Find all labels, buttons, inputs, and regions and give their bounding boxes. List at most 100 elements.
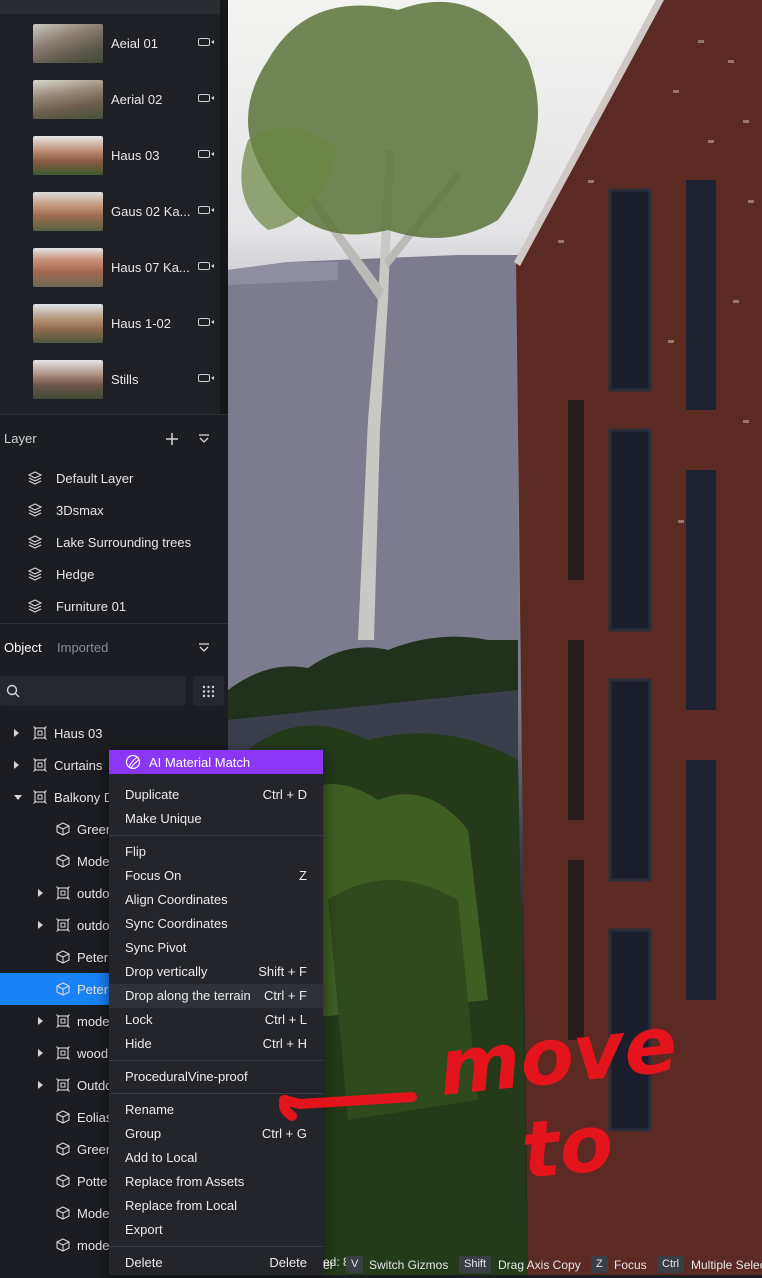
camera-icon[interactable] — [198, 94, 214, 102]
layer-label: Lake Surrounding trees — [56, 535, 192, 550]
menu-item-align-coordinates[interactable]: Align Coordinates — [109, 888, 323, 912]
search-icon — [6, 684, 20, 698]
camera-item[interactable]: Aerial 02 — [0, 78, 220, 134]
layer-item[interactable]: Default Layer — [28, 462, 228, 494]
cube-icon — [56, 982, 70, 996]
tab-imported[interactable]: Imported — [57, 640, 108, 655]
camera-item[interactable]: Haus 07 Ka... — [0, 246, 220, 302]
expand-arrow-icon[interactable] — [14, 729, 19, 737]
divider — [0, 623, 228, 624]
menu-item-label: Replace from Assets — [125, 1174, 245, 1189]
menu-item-drop-along-the-terrain[interactable]: Drop along the terrain Ctrl + F — [109, 984, 323, 1008]
menu-separator — [109, 1060, 323, 1061]
hint-drag-axis-copy: Drag Axis Copy — [498, 1258, 581, 1272]
divider — [0, 414, 228, 415]
menu-item-label: Lock — [125, 1012, 153, 1027]
menu-item-label: Export — [125, 1222, 163, 1237]
expand-arrow-icon[interactable] — [14, 761, 19, 769]
menu-item-label: Align Coordinates — [125, 892, 228, 907]
menu-item-lock[interactable]: Lock Ctrl + L — [109, 1008, 323, 1032]
camera-icon[interactable] — [198, 150, 214, 158]
camera-list-scrollbar[interactable] — [220, 0, 228, 414]
grid-view-button[interactable] — [193, 676, 224, 706]
expand-arrow-icon[interactable] — [38, 921, 43, 929]
menu-item-flip[interactable]: Flip — [109, 840, 323, 864]
expand-arrow-icon[interactable] — [38, 1081, 43, 1089]
menu-item-rename[interactable]: Rename — [109, 1098, 323, 1122]
menu-item-shortcut: Ctrl + D — [262, 787, 307, 802]
menu-item-label: Sync Coordinates — [125, 916, 228, 931]
menu-item-label: Delete — [125, 1255, 163, 1270]
camera-icon[interactable] — [198, 38, 214, 46]
camera-list-header — [0, 0, 220, 14]
tree-row[interactable]: Haus 03 — [0, 717, 228, 749]
menu-item-make-unique[interactable]: Make Unique — [109, 807, 323, 831]
menu-item-hide[interactable]: Hide Ctrl + H — [109, 1032, 323, 1056]
menu-item-duplicate[interactable]: Duplicate Ctrl + D — [109, 783, 323, 807]
sphere-icon — [125, 754, 141, 770]
camera-icon[interactable] — [198, 262, 214, 270]
menu-item-add-to-local[interactable]: Add to Local — [109, 1146, 323, 1170]
object-filter-icon[interactable] — [198, 643, 210, 653]
layer-label: Furniture 01 — [56, 599, 127, 614]
tree-label: Peter — [77, 950, 109, 965]
layer-item[interactable]: Hedge — [28, 558, 228, 590]
context-menu: AI Material Match Duplicate Ctrl + D Make … — [109, 750, 323, 1275]
camera-label: Stills — [111, 372, 139, 387]
hint-multiple-select: Multiple Selec — [691, 1258, 762, 1272]
expand-arrow-icon[interactable] — [38, 1049, 43, 1057]
menu-item-focus-on[interactable]: Focus On Z — [109, 864, 323, 888]
group-icon — [56, 1078, 70, 1092]
tree-label: wood — [77, 1046, 109, 1061]
layer-item[interactable]: 3Dsmax — [28, 494, 228, 526]
group-icon — [33, 726, 47, 740]
group-icon — [56, 1046, 70, 1060]
menu-item-replace-from-local[interactable]: Replace from Local — [109, 1194, 323, 1218]
layers-icon — [28, 567, 42, 581]
menu-item-drop-vertically[interactable]: Drop vertically Shift + F — [109, 960, 323, 984]
expand-arrow-icon[interactable] — [38, 889, 43, 897]
camera-icon[interactable] — [198, 374, 214, 382]
camera-item[interactable]: Stills — [0, 358, 220, 414]
menu-item-label: Add to Local — [125, 1150, 198, 1165]
layer-filter-icon[interactable] — [198, 434, 210, 444]
menu-item-delete[interactable]: Delete Delete — [109, 1251, 323, 1275]
camera-label: Gaus 02 Ka... — [111, 204, 191, 219]
camera-item[interactable]: Aeial 01 — [0, 22, 220, 78]
cube-icon — [56, 1142, 70, 1156]
camera-item[interactable]: Haus 1-02 — [0, 302, 220, 358]
menu-item-proceduralvine-proof[interactable]: ProceduralVine-proof — [109, 1065, 323, 1089]
camera-thumbnail — [33, 304, 103, 343]
camera-label: Aerial 02 — [111, 92, 163, 107]
expand-arrow-icon[interactable] — [38, 1017, 43, 1025]
tree-label: Green — [77, 1142, 114, 1157]
key-shift: Shift — [459, 1256, 492, 1273]
tree-label: outdo — [77, 918, 110, 933]
menu-item-group[interactable]: Group Ctrl + G — [109, 1122, 323, 1146]
menu-item-replace-from-assets[interactable]: Replace from Assets — [109, 1170, 323, 1194]
tab-object[interactable]: Object — [4, 640, 42, 655]
menu-item-sync-coordinates[interactable]: Sync Coordinates — [109, 912, 323, 936]
camera-label: Aeial 01 — [111, 36, 158, 51]
group-icon — [56, 1014, 70, 1028]
camera-icon[interactable] — [198, 318, 214, 326]
camera-icon[interactable] — [198, 206, 214, 214]
object-search-input[interactable] — [0, 676, 186, 706]
tree-label: outdo — [77, 886, 110, 901]
ai-material-match-item[interactable]: AI Material Match — [109, 750, 323, 774]
layer-item[interactable]: Furniture 01 — [28, 590, 228, 622]
add-layer-icon[interactable] — [165, 432, 179, 446]
menu-item-shortcut: Ctrl + L — [264, 1012, 307, 1027]
menu-item-export[interactable]: Export — [109, 1218, 323, 1242]
camera-item[interactable]: Haus 03 — [0, 134, 220, 190]
camera-thumbnail — [33, 248, 103, 287]
group-icon — [56, 886, 70, 900]
camera-item[interactable]: Gaus 02 Ka... — [0, 190, 220, 246]
layer-item[interactable]: Lake Surrounding trees — [28, 526, 228, 558]
menu-item-shortcut: Delete — [269, 1255, 307, 1270]
collapse-arrow-icon[interactable] — [14, 795, 22, 800]
menu-item-sync-pivot[interactable]: Sync Pivot — [109, 936, 323, 960]
tree-label: Curtains — [54, 758, 103, 773]
tree-label: Balkony D — [54, 790, 114, 805]
menu-item-label: Hide — [125, 1036, 152, 1051]
